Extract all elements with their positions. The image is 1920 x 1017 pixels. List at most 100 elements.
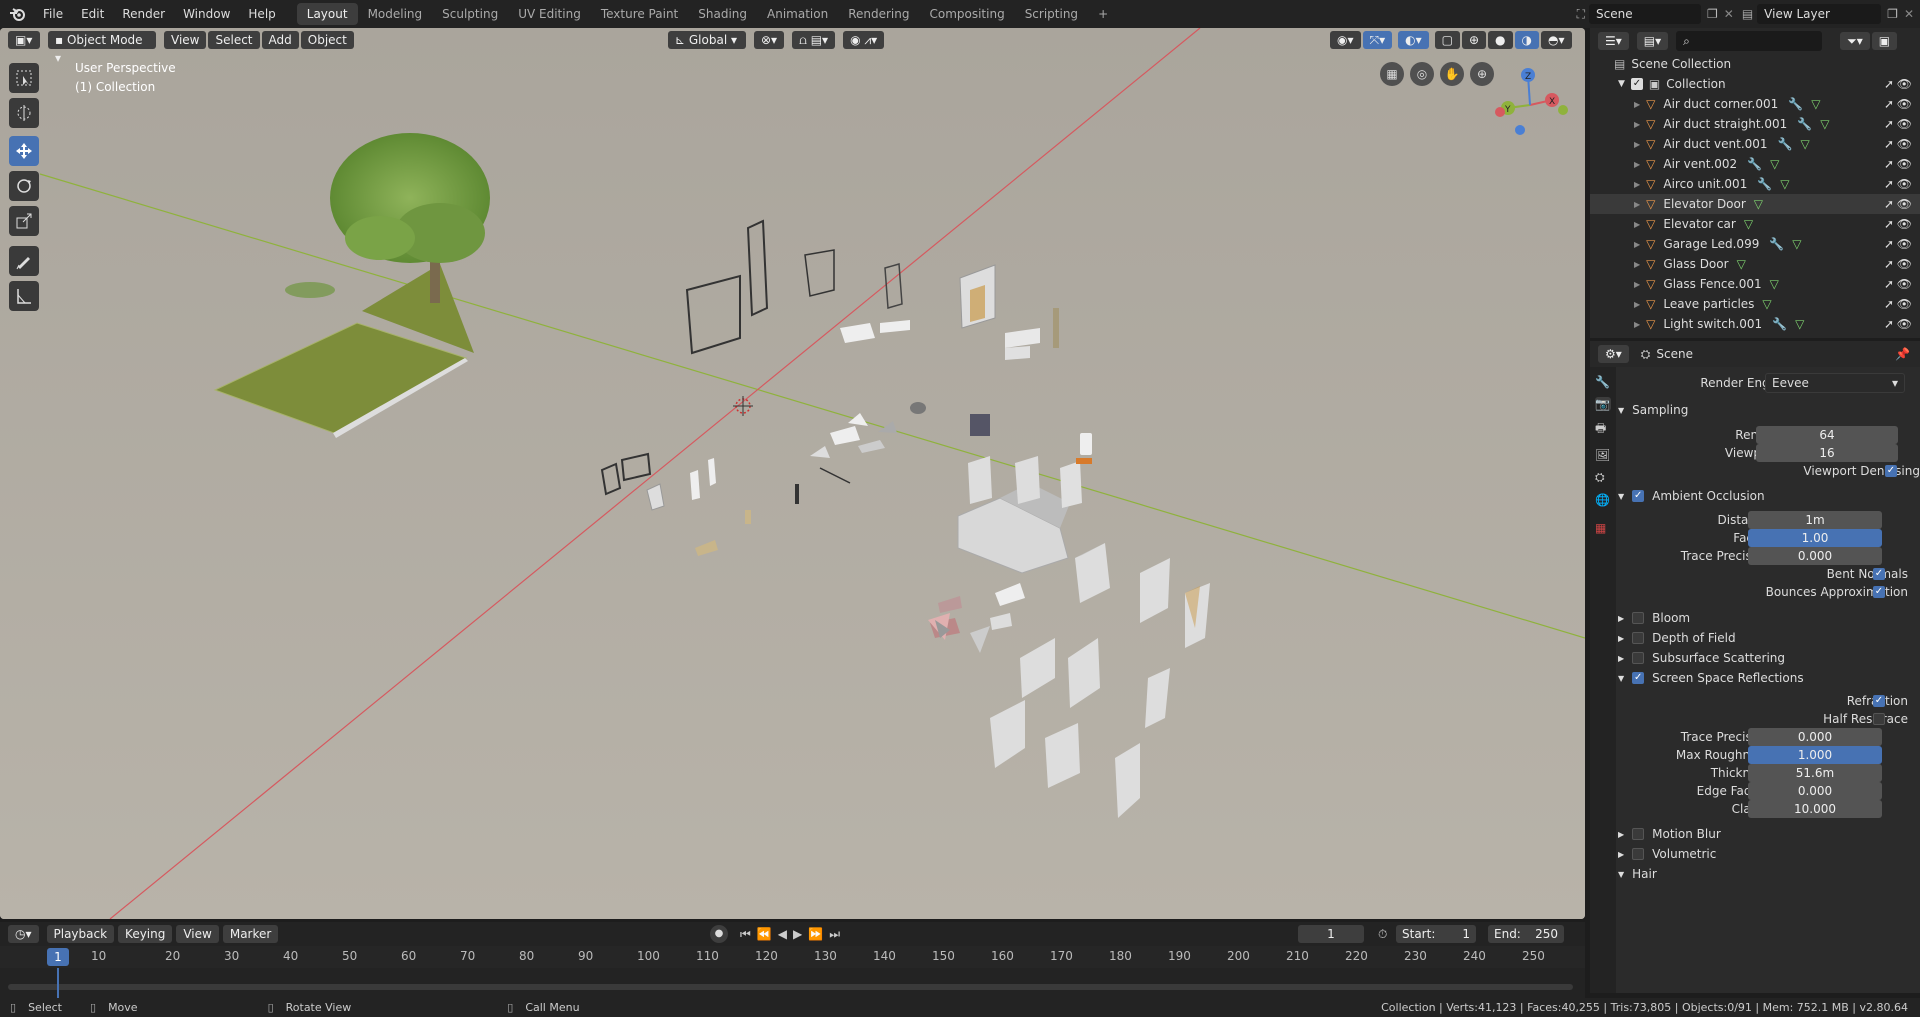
render-tab-icon[interactable]: 📷 bbox=[1595, 397, 1611, 411]
cursor-tool-icon[interactable] bbox=[9, 98, 39, 128]
visibility-eye-icon[interactable]: 👁 bbox=[1897, 197, 1912, 211]
outliner-item[interactable]: ▶ ▽ Air duct corner.001 🔧 ▽ ➚ 👁 bbox=[1590, 94, 1920, 114]
modifier-wrench-icon[interactable]: 🔧 bbox=[1769, 237, 1784, 251]
add-workspace-button[interactable]: + bbox=[1088, 3, 1118, 25]
overlay-toggle-icon[interactable]: ◐▾ bbox=[1398, 31, 1429, 49]
ao-trace-field[interactable]: 0.000 bbox=[1748, 547, 1882, 565]
outliner-item[interactable]: ▶ ▽ Elevator Door ▽ ➚ 👁 bbox=[1590, 194, 1920, 214]
render-samples-field[interactable]: 64 bbox=[1756, 426, 1898, 444]
select-arrow-icon[interactable]: ➚ bbox=[1884, 117, 1894, 131]
select-arrow-icon[interactable]: ➚ bbox=[1884, 97, 1894, 111]
clamp-field[interactable]: 10.000 bbox=[1748, 800, 1882, 818]
select-arrow-icon[interactable]: ➚ bbox=[1884, 297, 1894, 311]
3d-viewport[interactable]: ▦ ◎ ✋ ⊕ X Y Z User Perspective (1) Colle… bbox=[0, 28, 1585, 919]
mesh-data-icon[interactable]: ▽ bbox=[1770, 277, 1779, 291]
menu-edit[interactable]: Edit bbox=[72, 3, 113, 25]
outliner-item[interactable]: ▶ ▽ Air vent.002 🔧 ▽ ➚ 👁 bbox=[1590, 154, 1920, 174]
toggle-camera-view-icon[interactable]: ▦ bbox=[1380, 62, 1404, 86]
pivot-point-icon[interactable]: ⊗▾ bbox=[754, 31, 785, 49]
select-arrow-icon[interactable]: ➚ bbox=[1884, 137, 1894, 151]
shading-material-icon[interactable]: ◑ bbox=[1514, 31, 1539, 49]
visibility-eye-icon[interactable]: 👁 bbox=[1897, 297, 1912, 311]
scene-icon[interactable]: ⛶ bbox=[1577, 7, 1585, 22]
navigation-gizmo[interactable]: X Y Z bbox=[1490, 60, 1570, 140]
expand-arrow-icon[interactable]: ▼ bbox=[1618, 79, 1625, 89]
outliner-scene-collection[interactable]: ▤ Scene Collection bbox=[1590, 54, 1920, 74]
sss-checkbox[interactable] bbox=[1632, 652, 1645, 664]
scene-tab-icon[interactable]: ⛭ bbox=[1595, 470, 1611, 485]
ssr-trace-field[interactable]: 0.000 bbox=[1748, 728, 1882, 746]
current-frame-indicator[interactable]: 1 bbox=[47, 948, 69, 966]
workspace-tab-sculpting[interactable]: Sculpting bbox=[432, 3, 508, 25]
output-tab-icon[interactable]: 🖶 bbox=[1595, 419, 1611, 440]
mesh-data-icon[interactable]: ▽ bbox=[1737, 257, 1746, 271]
edge-fading-field[interactable]: 0.000 bbox=[1748, 782, 1882, 800]
scale-tool-icon[interactable] bbox=[9, 206, 39, 236]
timeline-scrollbar[interactable] bbox=[8, 984, 1573, 990]
outliner-item[interactable]: ▶ ▽ Light switch.001 🔧 ▽ ➚ 👁 bbox=[1590, 314, 1920, 334]
half-res-checkbox[interactable] bbox=[1873, 713, 1885, 725]
pan-hand-icon[interactable]: ✋ bbox=[1440, 62, 1464, 86]
mesh-data-icon[interactable]: ▽ bbox=[1795, 317, 1804, 331]
visibility-eye-icon[interactable]: 👁 bbox=[1897, 157, 1912, 171]
visibility-eye-icon[interactable]: 👁 bbox=[1897, 97, 1912, 111]
workspace-tab-texture-paint[interactable]: Texture Paint bbox=[591, 3, 688, 25]
play-reverse-icon[interactable]: ◀ bbox=[778, 927, 787, 941]
workspace-tab-layout[interactable]: Layout bbox=[296, 3, 358, 25]
expand-arrow-icon[interactable]: ▶ bbox=[1634, 240, 1640, 249]
expand-arrow-icon[interactable]: ▶ bbox=[1634, 140, 1640, 149]
workspace-tab-shading[interactable]: Shading bbox=[688, 3, 757, 25]
visibility-eye-icon[interactable]: 👁 bbox=[1897, 177, 1912, 191]
collection-checkbox[interactable]: ✓ bbox=[1630, 78, 1643, 90]
expand-arrow-icon[interactable]: ▶ bbox=[1634, 300, 1640, 309]
motion-blur-checkbox[interactable] bbox=[1632, 828, 1645, 840]
properties-editor-type-icon[interactable]: ⚙▾ bbox=[1598, 345, 1629, 363]
outliner-collection[interactable]: ▼ ✓ ▣ Collection ➚ 👁 bbox=[1590, 74, 1920, 94]
outliner-item[interactable]: ▶ ▽ Air duct straight.001 🔧 ▽ ➚ 👁 bbox=[1590, 114, 1920, 134]
transform-orientation-selector[interactable]: ⊾ Global ▾ bbox=[668, 31, 746, 49]
mesh-data-icon[interactable]: ▽ bbox=[1820, 117, 1829, 131]
ao-factor-field[interactable]: 1.00 bbox=[1748, 529, 1882, 547]
measure-tool-icon[interactable] bbox=[9, 281, 39, 311]
next-keyframe-icon[interactable]: ⏩ bbox=[808, 927, 823, 941]
max-roughness-field[interactable]: 1.000 bbox=[1748, 746, 1882, 764]
select-box-tool-icon[interactable] bbox=[9, 63, 39, 93]
bloom-checkbox[interactable] bbox=[1632, 612, 1645, 624]
stopwatch-icon[interactable]: ⏱ bbox=[1378, 927, 1387, 942]
shading-solid-icon[interactable]: ● bbox=[1488, 31, 1513, 49]
modifier-wrench-icon[interactable]: 🔧 bbox=[1778, 137, 1793, 151]
blender-logo-icon[interactable] bbox=[0, 0, 34, 28]
delete-view-layer-icon[interactable]: ✕ bbox=[1904, 7, 1914, 21]
denoising-checkbox[interactable]: ✓ bbox=[1885, 465, 1897, 477]
visibility-eye-icon[interactable]: 👁 bbox=[1897, 217, 1912, 231]
modifier-wrench-icon[interactable]: 🔧 bbox=[1772, 317, 1787, 331]
ssr-checkbox[interactable]: ✓ bbox=[1632, 672, 1645, 684]
select-arrow-icon[interactable]: ➚ bbox=[1884, 157, 1894, 171]
timeline-menu-playback[interactable]: Playback bbox=[46, 925, 115, 943]
scene-selector[interactable]: Scene bbox=[1589, 4, 1701, 24]
texture-tab-icon[interactable]: ▦ bbox=[1595, 521, 1611, 535]
sss-panel-header[interactable]: ▶ Subsurface Scattering bbox=[1618, 647, 1920, 669]
viewport-samples-field[interactable]: 16 bbox=[1756, 444, 1898, 462]
pin-icon[interactable]: 📌 bbox=[1895, 347, 1910, 361]
outliner-item[interactable]: ▶ ▽ Elevator car ▽ ➚ 👁 bbox=[1590, 214, 1920, 234]
expand-arrow-icon[interactable]: ▶ bbox=[1634, 160, 1640, 169]
mesh-data-icon[interactable]: ▽ bbox=[1744, 217, 1753, 231]
annotate-tool-icon[interactable] bbox=[9, 246, 39, 276]
editor-type-button[interactable]: ▣▾ bbox=[8, 31, 40, 49]
bounces-checkbox[interactable]: ✓ bbox=[1873, 586, 1885, 598]
new-scene-icon[interactable]: ❐ bbox=[1707, 7, 1718, 21]
mesh-data-icon[interactable]: ▽ bbox=[1770, 157, 1779, 171]
visibility-eye-icon[interactable]: 👁 bbox=[1897, 137, 1912, 151]
menu-render[interactable]: Render bbox=[113, 3, 174, 25]
refraction-checkbox[interactable]: ✓ bbox=[1873, 695, 1885, 707]
view-layer-tab-icon[interactable]: 🖼 bbox=[1595, 448, 1611, 462]
mesh-data-icon[interactable]: ▽ bbox=[1801, 137, 1810, 151]
end-frame-field[interactable]: End: 250 bbox=[1488, 925, 1564, 943]
expand-arrow-icon[interactable]: ▶ bbox=[1634, 280, 1640, 289]
display-mode-icon[interactable]: ▤▾ bbox=[1636, 32, 1669, 50]
ssr-panel-header[interactable]: ▼ ✓ Screen Space Reflections bbox=[1618, 667, 1920, 689]
tool-tab-icon[interactable]: 🔧 bbox=[1595, 375, 1611, 389]
outliner-item[interactable]: ▶ ▽ Air duct vent.001 🔧 ▽ ➚ 👁 bbox=[1590, 134, 1920, 154]
expand-arrow-icon[interactable]: ▶ bbox=[1634, 100, 1640, 109]
